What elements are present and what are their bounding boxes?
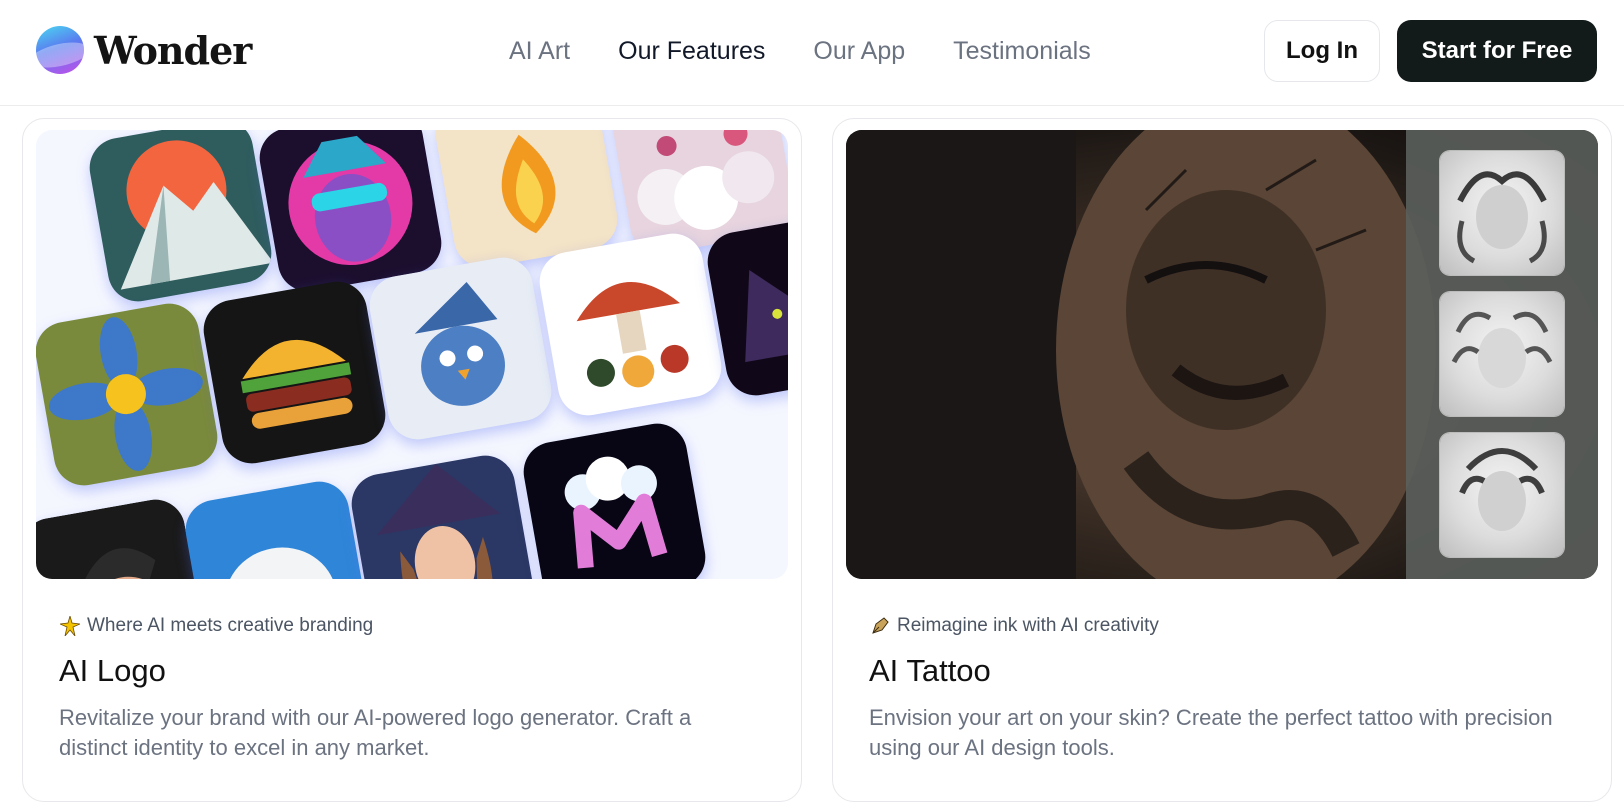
nav-item-ai-art[interactable]: AI Art: [509, 34, 570, 68]
cloud-m-logo-tile: [518, 418, 711, 579]
medusa-thumbnail-1[interactable]: [1440, 151, 1564, 275]
start-for-free-button[interactable]: Start for Free: [1397, 20, 1597, 82]
ai-tattoo-tagline-text: Reimagine ink with AI creativity: [897, 615, 1159, 636]
nav-item-our-app[interactable]: Our App: [813, 34, 905, 68]
witch-portrait-tile: [346, 450, 539, 579]
medusa-thumbnail-2[interactable]: [1440, 292, 1564, 416]
ai-tattoo-tagline: Reimagine ink with AI creativity: [869, 615, 1569, 637]
brand-name: Wonder: [94, 27, 252, 73]
login-button[interactable]: Log In: [1264, 20, 1380, 82]
blue-bird-tile: [364, 252, 557, 445]
ai-tattoo-title: AI Tattoo: [869, 653, 991, 688]
burger-logo-tile: [198, 276, 391, 469]
nav-item-our-features[interactable]: Our Features: [618, 34, 765, 68]
man-portrait-tile: [36, 494, 209, 579]
ai-logo-tagline-text: Where AI meets creative branding: [87, 615, 374, 636]
ai-logo-tagline: Where AI meets creative branding: [59, 615, 759, 637]
main-nav: AI Art Our Features Our App Testimonials: [509, 34, 1139, 68]
pen-nib-icon: [869, 615, 891, 637]
mushroom-logo-tile: [534, 228, 727, 421]
ai-tattoo-description: Envision your art on your skin? Create t…: [869, 705, 1553, 760]
ai-logo-title: AI Logo: [59, 653, 166, 688]
ai-logo-collage-image: [36, 130, 788, 579]
mountain-logo-tile: [84, 130, 277, 307]
mosaic-flower-tile: [36, 298, 223, 491]
medusa-thumbnail-3[interactable]: [1440, 433, 1564, 557]
ai-tattoo-image: [846, 130, 1598, 579]
sparkle-icon: [59, 615, 81, 637]
feature-card-ai-logo[interactable]: Where AI meets creative branding AI Logo…: [22, 118, 802, 802]
seal-logo-tile: [180, 476, 373, 579]
top-navigation-bar: Wonder AI Art Our Features Our App Testi…: [0, 0, 1624, 106]
ai-logo-description: Revitalize your brand with our AI-powere…: [59, 705, 692, 760]
brand-logo[interactable]: Wonder: [36, 26, 252, 74]
nav-item-testimonials[interactable]: Testimonials: [953, 34, 1091, 68]
feature-card-ai-tattoo[interactable]: Reimagine ink with AI creativity AI Tatt…: [832, 118, 1612, 802]
wonder-logo-icon: [36, 26, 84, 74]
